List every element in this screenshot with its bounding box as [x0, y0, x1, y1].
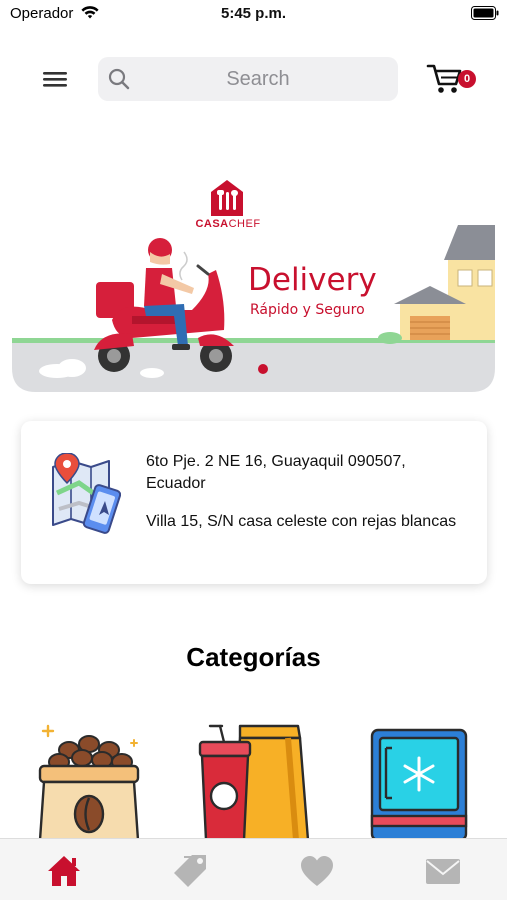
menu-button[interactable]: [40, 66, 70, 92]
coffee-bag-icon: [38, 724, 140, 842]
search-bar[interactable]: [98, 57, 398, 101]
tab-home[interactable]: [44, 851, 84, 891]
tag-icon: [174, 855, 206, 887]
delivery-address-card[interactable]: 6to Pje. 2 NE 16, Guayaquil 090507, Ecua…: [21, 421, 487, 584]
tab-messages[interactable]: [423, 851, 463, 891]
tab-offers[interactable]: [170, 851, 210, 891]
banner-subtitle: Rápido y Seguro: [250, 302, 365, 318]
address-line-reference: Villa 15, S/N casa celeste con rejas bla…: [146, 513, 457, 530]
brand-name: CASACHEF: [193, 218, 263, 230]
brand-name-chef: CHEF: [228, 218, 261, 230]
hamburger-menu-icon: [43, 72, 67, 87]
category-coffee[interactable]: [34, 718, 144, 842]
category-drinks-snacks[interactable]: [192, 718, 310, 842]
categories-title: Categorías: [186, 642, 321, 672]
mail-icon: [426, 859, 460, 884]
drinks-snacks-icon: [198, 724, 310, 842]
tab-favorites[interactable]: [297, 851, 337, 891]
cart-count-badge: 0: [458, 70, 476, 88]
freezer-icon: [370, 728, 468, 842]
category-frozen[interactable]: [366, 718, 476, 842]
battery-icon: [471, 6, 499, 20]
bottom-tab-bar: [0, 838, 507, 900]
heart-icon: [301, 856, 333, 886]
map-location-icon: [52, 453, 121, 534]
banner-title: Delivery: [248, 262, 377, 298]
cart-button[interactable]: 0: [426, 60, 478, 100]
brand-name-casa: CASA: [195, 218, 229, 230]
home-icon: [48, 856, 80, 886]
clock: 5:45 p.m.: [220, 5, 287, 22]
search-icon: [108, 68, 130, 90]
carousel-page-indicator[interactable]: [258, 364, 268, 374]
address-line-primary: 6to Pje. 2 NE 16, Guayaquil 090507, Ecua…: [146, 453, 406, 492]
search-input[interactable]: [138, 57, 378, 101]
status-bar: Operador 5:45 p.m.: [0, 0, 507, 28]
